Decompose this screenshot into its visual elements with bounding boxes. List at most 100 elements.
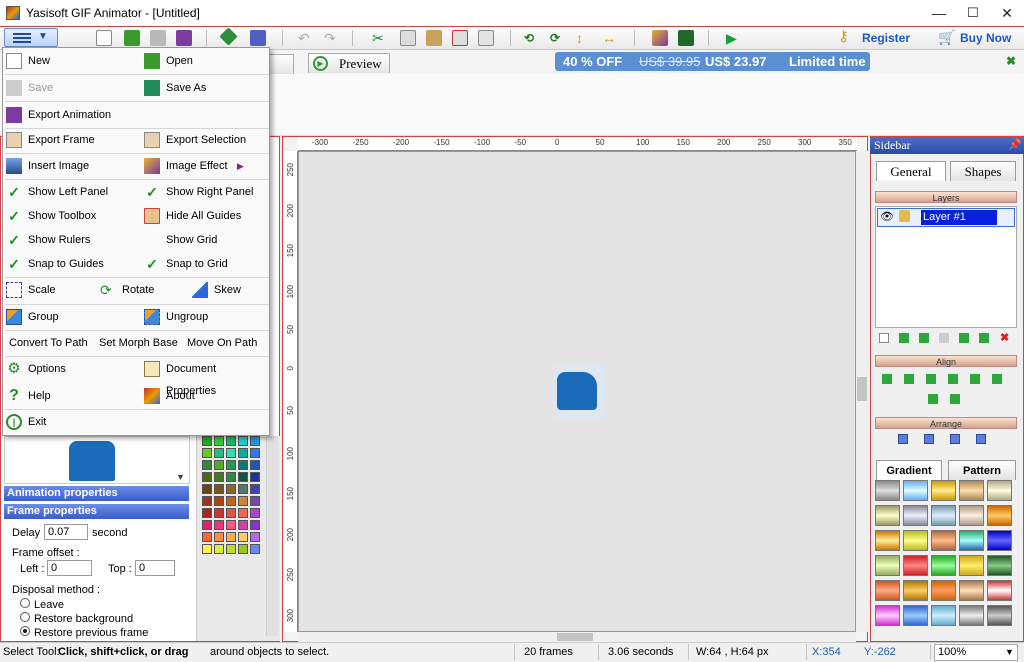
align-middle-icon[interactable] — [970, 374, 980, 384]
gradient-swatch[interactable] — [959, 605, 984, 626]
palette-scrollbar[interactable] — [266, 436, 278, 636]
color-swatch[interactable] — [214, 436, 224, 446]
select-icon[interactable] — [250, 30, 266, 46]
canvas-image-object[interactable] — [553, 366, 605, 418]
gradient-swatch[interactable] — [987, 580, 1012, 601]
color-swatch[interactable] — [214, 460, 224, 470]
gradient-swatch[interactable] — [987, 480, 1012, 501]
menu-item-open[interactable]: Open — [141, 50, 269, 72]
color-swatch[interactable] — [226, 544, 236, 554]
move-layer-down-icon[interactable] — [959, 333, 969, 343]
tab-pattern[interactable]: Pattern — [948, 460, 1016, 480]
color-swatch[interactable] — [202, 484, 212, 494]
color-swatch[interactable] — [250, 532, 260, 542]
duplicate-layer-icon[interactable] — [939, 333, 949, 343]
canvas-vertical-scrollbar[interactable] — [856, 151, 868, 632]
menu-item-image-effect[interactable]: Image Effect ▶ — [141, 155, 269, 177]
buy-now-link[interactable]: Buy Now — [960, 31, 1011, 45]
gradient-swatch[interactable] — [959, 580, 984, 601]
frame-thumbnail[interactable] — [4, 436, 190, 484]
tab-gradient[interactable]: Gradient — [876, 460, 942, 480]
leave-radio[interactable] — [20, 598, 30, 608]
color-swatch[interactable] — [226, 460, 236, 470]
color-swatch[interactable] — [226, 484, 236, 494]
align-bottom-icon[interactable] — [992, 374, 1002, 384]
color-swatch[interactable] — [226, 436, 236, 446]
gradient-swatch-grid[interactable] — [875, 480, 1018, 640]
menu-item-group[interactable]: Group — [3, 306, 139, 328]
menu-item-new[interactable]: New — [3, 50, 139, 72]
move-layer-up-icon[interactable] — [919, 333, 929, 343]
menu-item-export-selection[interactable]: Export Selection — [141, 129, 269, 151]
color-swatch[interactable] — [202, 520, 212, 530]
color-swatch[interactable] — [214, 484, 224, 494]
delete-icon[interactable] — [452, 30, 468, 46]
gradient-swatch[interactable] — [903, 480, 928, 501]
menu-item-set-morph-base[interactable]: Set Morph Base — [99, 332, 183, 354]
align-center-icon[interactable] — [904, 374, 914, 384]
canvas-horizontal-scrollbar[interactable] — [298, 632, 856, 642]
promo-banner[interactable]: 40 % OFF US$ 39.95 US$ 23.97 Limited tim… — [555, 52, 870, 71]
close-tab-icon[interactable]: ✖ — [1006, 54, 1016, 68]
menu-item-move-on-path[interactable]: Move On Path — [187, 332, 269, 354]
menu-item-convert-to-path[interactable]: Convert To Path — [9, 332, 95, 354]
gradient-swatch[interactable] — [903, 580, 928, 601]
send-backward-icon[interactable] — [950, 434, 960, 444]
scroll-down-icon[interactable]: ▼ — [176, 472, 185, 482]
new-layer-icon[interactable] — [879, 333, 889, 343]
align-right-icon[interactable] — [926, 374, 936, 384]
color-swatch[interactable] — [202, 472, 212, 482]
color-swatch[interactable] — [250, 496, 260, 506]
menu-item-insert-image[interactable]: Insert Image — [3, 155, 139, 177]
menu-item-save[interactable]: Save — [3, 77, 139, 99]
gradient-swatch[interactable] — [987, 530, 1012, 551]
color-swatch[interactable] — [202, 532, 212, 542]
gradient-swatch[interactable] — [959, 555, 984, 576]
save-icon[interactable] — [150, 30, 166, 46]
color-swatch[interactable] — [238, 532, 248, 542]
gradient-swatch[interactable] — [931, 505, 956, 526]
menu-item-hide-all-guides[interactable]: Hide All Guides — [141, 205, 269, 227]
gradient-swatch[interactable] — [875, 480, 900, 501]
frame-properties-header[interactable]: Frame properties — [4, 504, 189, 519]
gradient-swatch[interactable] — [987, 505, 1012, 526]
color-swatch[interactable] — [202, 496, 212, 506]
menu-item-export-animation[interactable]: Export Animation — [3, 104, 269, 126]
restore-prev-radio[interactable] — [20, 626, 30, 636]
gradient-swatch[interactable] — [931, 605, 956, 626]
horizontal-scroll-thumb[interactable] — [557, 633, 593, 641]
color-swatch[interactable] — [202, 436, 212, 446]
flip-vertical-icon[interactable]: ↕ — [576, 30, 592, 46]
export-icon[interactable] — [176, 30, 192, 46]
delay-input[interactable]: 0.07 — [44, 524, 88, 540]
gradient-swatch[interactable] — [903, 530, 928, 551]
gradient-swatch[interactable] — [959, 530, 984, 551]
color-swatch[interactable] — [250, 460, 260, 470]
new-file-icon[interactable] — [96, 30, 112, 46]
color-swatch[interactable] — [238, 436, 248, 446]
video-icon[interactable] — [678, 30, 694, 46]
tab-general[interactable]: General — [876, 161, 946, 181]
color-swatch[interactable] — [238, 496, 248, 506]
duplicate-icon[interactable] — [478, 30, 494, 46]
gradient-swatch[interactable] — [931, 555, 956, 576]
color-swatch[interactable] — [202, 448, 212, 458]
vertical-scroll-thumb[interactable] — [857, 377, 867, 401]
color-swatch[interactable] — [250, 472, 260, 482]
gradient-swatch[interactable] — [931, 580, 956, 601]
gradient-swatch[interactable] — [959, 480, 984, 501]
redo-icon[interactable]: ↷ — [324, 30, 340, 46]
image-effect-icon[interactable] — [652, 30, 668, 46]
color-swatch[interactable] — [238, 460, 248, 470]
menu-item-snap-to-grid[interactable]: ✓ Snap to Grid — [141, 253, 269, 275]
color-swatch[interactable] — [214, 472, 224, 482]
menu-item-show-rulers[interactable]: ✓ Show Rulers — [3, 229, 139, 251]
align-top-icon[interactable] — [948, 374, 958, 384]
color-swatch[interactable] — [226, 508, 236, 518]
menu-item-show-grid[interactable]: Show Grid — [141, 229, 269, 251]
visibility-eye-icon[interactable]: 👁 — [880, 210, 894, 223]
menu-item-help[interactable]: ? Help — [3, 385, 139, 407]
menu-item-about[interactable]: About — [141, 385, 269, 407]
color-swatch[interactable] — [250, 448, 260, 458]
color-swatch[interactable] — [214, 508, 224, 518]
